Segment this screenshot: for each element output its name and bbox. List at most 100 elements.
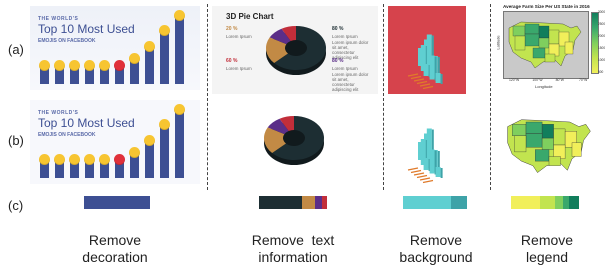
us-state bbox=[553, 128, 566, 146]
emoji-face-icon bbox=[129, 52, 140, 64]
strip-map-seg bbox=[511, 196, 540, 209]
us-state bbox=[548, 29, 560, 45]
us-state bbox=[514, 135, 527, 153]
caption-text-line1: Remove text bbox=[251, 232, 335, 248]
iso-shadow-line bbox=[422, 85, 434, 90]
donut-a bbox=[266, 26, 326, 75]
strip-map-seg bbox=[569, 196, 579, 209]
pie-body-2: Lorem ipsum dolor sit amet, consectetur … bbox=[332, 40, 369, 60]
us-state bbox=[512, 25, 526, 37]
us-state bbox=[512, 124, 527, 136]
strip-iso-seg-1 bbox=[403, 196, 451, 209]
emoji-bar bbox=[160, 126, 169, 178]
caption-decoration-line1: Remove bbox=[88, 232, 142, 248]
emoji-face-icon bbox=[144, 40, 155, 52]
caption-decoration: Remove decoration bbox=[50, 232, 180, 266]
map-ylabel: Latitude bbox=[495, 35, 501, 50]
iso-shadow-line bbox=[407, 167, 419, 171]
emoji-face-icon bbox=[174, 104, 185, 115]
divider-2 bbox=[383, 4, 384, 190]
caption-legend-line2: legend bbox=[525, 249, 569, 265]
emoji-bars-a bbox=[36, 6, 196, 90]
pie-item-3: Lorem Ipsum bbox=[226, 66, 252, 71]
strip-map-seg bbox=[539, 196, 555, 209]
us-state bbox=[524, 23, 540, 35]
us-map-b bbox=[507, 119, 591, 173]
iso-bar bbox=[429, 149, 435, 174]
strip-map-seg bbox=[562, 196, 570, 209]
strip-iso bbox=[403, 196, 467, 209]
map-legend-ticks: 3000 2500 2000 1500 1000 500 bbox=[598, 10, 608, 74]
iso-bars-a bbox=[407, 34, 443, 90]
pie-body-4: Lorem ipsum dolor sit amet, consectetur … bbox=[332, 72, 369, 92]
iso-chart-a bbox=[388, 6, 466, 94]
iso-bar-side bbox=[440, 74, 443, 84]
us-state bbox=[538, 37, 550, 49]
iso-shadow-line bbox=[407, 73, 419, 77]
emoji-face-icon bbox=[129, 146, 140, 158]
strip-pie bbox=[259, 196, 327, 209]
map-legend-tick: 1500 bbox=[598, 46, 606, 50]
map-legend-tick: 2000 bbox=[598, 34, 606, 38]
pie-chart-a: 3D Pie Chart 20 % Lorem Ipsum 60 % Lorem… bbox=[212, 6, 378, 94]
row-label-b: (b) bbox=[8, 133, 24, 148]
caption-legend-line1: Remove bbox=[520, 232, 574, 248]
map-legend-tick: 500 bbox=[598, 70, 604, 74]
divider-1 bbox=[207, 4, 208, 190]
iso-shadow-line bbox=[410, 75, 422, 80]
iso-bar bbox=[435, 167, 441, 177]
us-state bbox=[548, 156, 561, 166]
strip-pie-seg bbox=[259, 196, 302, 209]
iso-bar-side bbox=[440, 168, 443, 178]
us-state bbox=[541, 137, 554, 150]
pie-pct-4: 80 % bbox=[332, 58, 344, 64]
pie-pct-2: 80 % bbox=[332, 26, 344, 32]
us-state bbox=[532, 47, 546, 59]
map-chart-a: Average Farm Size Per US State in 2016 3… bbox=[495, 4, 607, 94]
emoji-chart-b: THE WORLD'S Top 10 Most Used EMOJIS ON F… bbox=[30, 100, 200, 184]
iso-shadow-line bbox=[416, 174, 428, 179]
us-state bbox=[525, 133, 543, 148]
caption-legend: Remove legend bbox=[482, 232, 608, 266]
us-state bbox=[571, 142, 582, 157]
iso-shadow-line bbox=[419, 83, 431, 87]
iso-shadow-line bbox=[413, 78, 425, 82]
strip-iso-seg-2 bbox=[451, 196, 467, 209]
pie-item-4: Lorem Ipsum bbox=[332, 66, 358, 71]
strip-pie-seg bbox=[301, 196, 316, 209]
iso-shadow-line bbox=[410, 169, 422, 174]
row-label-c: (c) bbox=[8, 198, 24, 213]
emoji-face-icon bbox=[144, 134, 155, 146]
iso-bar bbox=[435, 73, 441, 83]
map-legend-tick: 1000 bbox=[598, 58, 606, 62]
us-state bbox=[564, 41, 574, 55]
pie-item-1: Lorem Ipsum bbox=[226, 34, 252, 39]
emoji-chart-a: THE WORLD'S Top 10 Most Used EMOJIS ON F… bbox=[30, 6, 200, 90]
emoji-bar bbox=[145, 47, 154, 84]
donut-b bbox=[264, 116, 324, 165]
map-xtick: 70°W bbox=[579, 78, 588, 82]
map-xticks: 120°W 100°W 80°W 70°W bbox=[503, 78, 587, 83]
iso-bars-b bbox=[407, 128, 443, 184]
strip-emoji bbox=[84, 196, 150, 209]
iso-bar bbox=[429, 55, 435, 80]
us-map-a bbox=[508, 21, 582, 69]
us-state bbox=[525, 121, 543, 134]
iso-bar bbox=[423, 158, 429, 170]
pie-pct-3: 60 % bbox=[226, 58, 238, 64]
strip-pie-seg bbox=[321, 196, 327, 209]
us-state bbox=[541, 124, 554, 139]
us-state bbox=[544, 53, 556, 63]
divider-3 bbox=[490, 4, 491, 190]
map-xlabel: Longitude bbox=[535, 84, 553, 89]
map-legend-tick: 3000 bbox=[598, 10, 606, 14]
us-state bbox=[538, 25, 550, 39]
map-xtick: 120°W bbox=[509, 78, 520, 82]
emoji-bars-b bbox=[36, 100, 196, 184]
pie-item-2: Lorem Ipsum bbox=[332, 34, 358, 39]
map-title: Average Farm Size Per US State in 2016 bbox=[503, 4, 590, 9]
map-xtick: 100°W bbox=[532, 78, 543, 82]
iso-shadow-line bbox=[413, 172, 425, 176]
us-state bbox=[514, 35, 526, 51]
iso-shadow-line bbox=[422, 179, 434, 184]
